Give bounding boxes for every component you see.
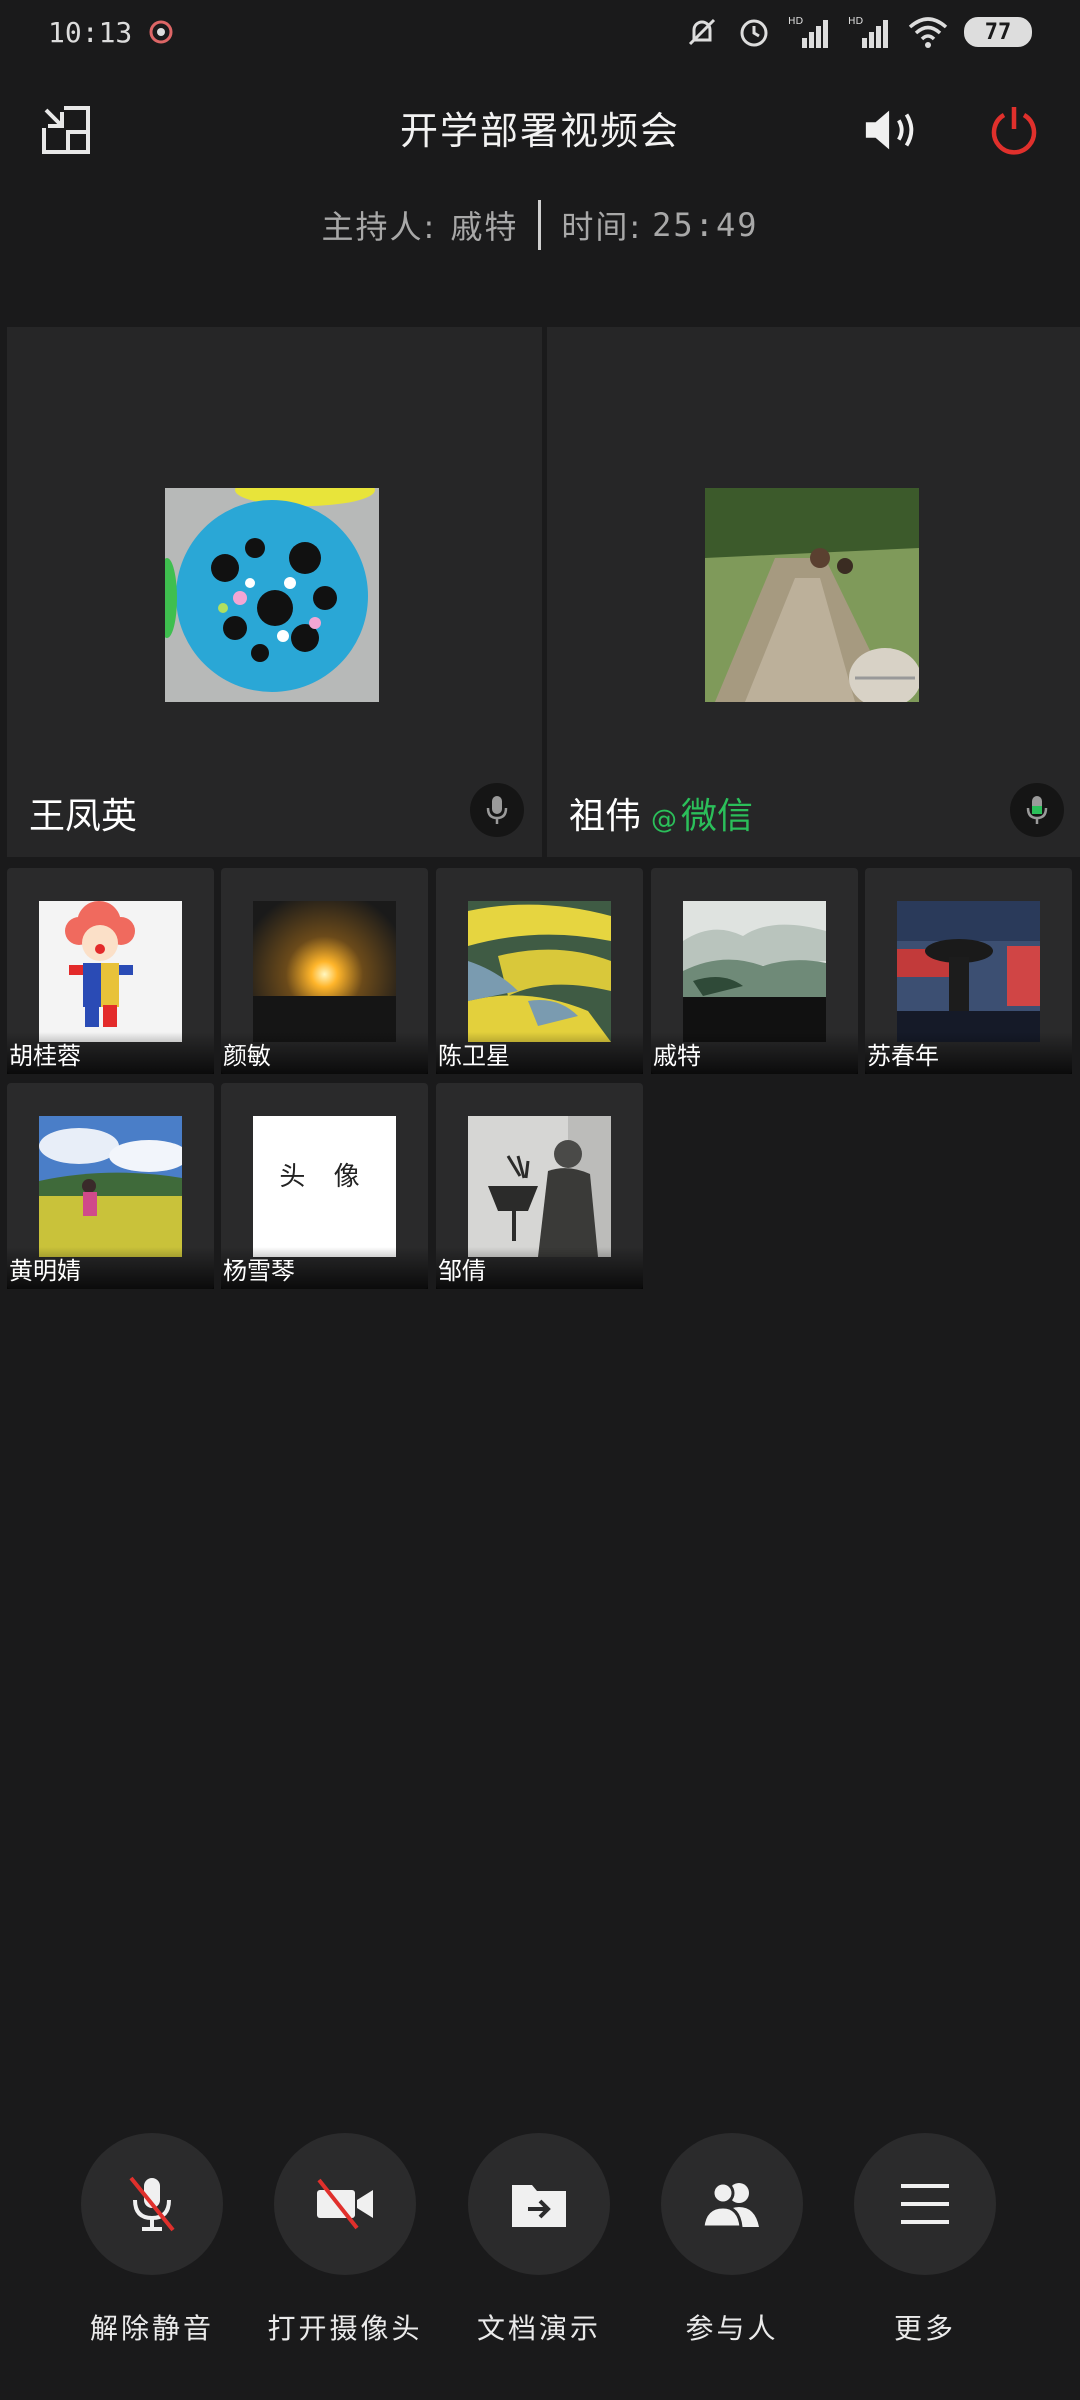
video-tile-main-2[interactable]: 祖伟 @ 微信	[547, 327, 1080, 857]
mic-status-indicator	[470, 783, 524, 837]
more-button[interactable]: 更多	[854, 2133, 996, 2345]
participant-name: 邹倩	[436, 1247, 643, 1289]
control-label: 解除静音	[89, 2312, 215, 2345]
participant-tile[interactable]: 陈卫星	[436, 868, 643, 1074]
participant-tile[interactable]: 邹倩	[436, 1083, 643, 1289]
silent-bell-icon	[684, 12, 720, 52]
participant-tile[interactable]: 胡桂蓉	[7, 868, 214, 1074]
participant-avatar	[39, 1116, 182, 1257]
participant-avatar	[253, 901, 396, 1042]
participant-avatar	[39, 901, 182, 1042]
participant-tile[interactable]: 戚特	[651, 868, 858, 1074]
meeting-header: 开学部署视频会	[0, 90, 1080, 170]
turn-on-camera-button[interactable]: 打开摄像头	[267, 2133, 420, 2345]
participant-name: 杨雪琴	[221, 1247, 428, 1289]
microphone-icon	[1026, 796, 1048, 824]
elapsed-time: 25:49	[652, 206, 759, 244]
alarm-icon	[736, 12, 772, 52]
participant-tile[interactable]: 颜敏	[221, 868, 428, 1074]
participant-avatar	[165, 488, 379, 702]
control-label: 文档演示	[476, 2312, 602, 2345]
participant-tile[interactable]: 头 像 杨雪琴	[221, 1083, 428, 1289]
speaker-button[interactable]	[862, 100, 922, 160]
signal-hd-2-icon: HD	[848, 12, 892, 52]
end-meeting-button[interactable]	[984, 100, 1044, 160]
speaker-icon	[865, 110, 914, 150]
participant-name: 黄明婧	[7, 1247, 214, 1289]
meeting-info-bar: 主持人: 戚特 时间: 25:49	[0, 195, 1080, 255]
document-share-button[interactable]: 文档演示	[468, 2133, 610, 2345]
control-label: 打开摄像头	[267, 2312, 423, 2345]
participant-avatar	[897, 901, 1040, 1042]
participant-name: 苏春年	[865, 1032, 1072, 1074]
microphone-icon	[486, 796, 508, 824]
battery-indicator: 77	[964, 17, 1032, 47]
svg-text:HD: HD	[788, 16, 804, 27]
participant-tile[interactable]: 苏春年	[865, 868, 1072, 1074]
participant-name: 祖伟 @ 微信	[569, 787, 753, 839]
participant-avatar	[468, 901, 611, 1042]
participant-tile[interactable]: 黄明婧	[7, 1083, 214, 1289]
control-label: 参与人	[685, 2312, 779, 2345]
participant-avatar: 头 像	[253, 1116, 396, 1257]
wifi-icon	[908, 12, 948, 52]
participant-name: 王凤英	[29, 796, 138, 837]
folder-share-icon	[512, 2185, 566, 2227]
mic-muted-icon	[129, 2176, 175, 2232]
participant-name: 戚特	[651, 1032, 858, 1074]
time-label: 时间:	[561, 208, 643, 246]
participants-button[interactable]: 参与人	[661, 2133, 803, 2345]
participant-avatar	[683, 901, 826, 1042]
people-icon	[701, 2181, 759, 2229]
mic-status-indicator	[1010, 783, 1064, 837]
unmute-button[interactable]: 解除静音	[81, 2133, 223, 2345]
status-time: 10:13	[48, 15, 133, 49]
wechat-tag: 微信	[681, 796, 754, 837]
participant-avatar	[705, 488, 919, 702]
host-label: 主持人:	[321, 208, 437, 246]
info-divider	[538, 200, 542, 250]
participant-name: 颜敏	[221, 1032, 428, 1074]
video-tile-main-1[interactable]: 王凤英	[7, 327, 542, 857]
participant-avatar	[468, 1116, 611, 1257]
power-icon	[991, 107, 1037, 155]
participant-name: 陈卫星	[436, 1032, 643, 1074]
signal-hd-1-icon: HD	[788, 12, 832, 52]
host-name: 戚特	[450, 208, 519, 246]
control-label: 更多	[893, 2312, 957, 2345]
status-bar: 10:13 HD HD 77	[0, 0, 1080, 64]
camera-off-icon	[317, 2178, 373, 2230]
participant-name: 胡桂蓉	[7, 1032, 214, 1074]
app-notification-icon	[148, 12, 174, 52]
menu-icon	[901, 2184, 949, 2224]
svg-text:HD: HD	[848, 16, 864, 27]
avatar-placeholder: 头 像	[253, 1116, 396, 1257]
